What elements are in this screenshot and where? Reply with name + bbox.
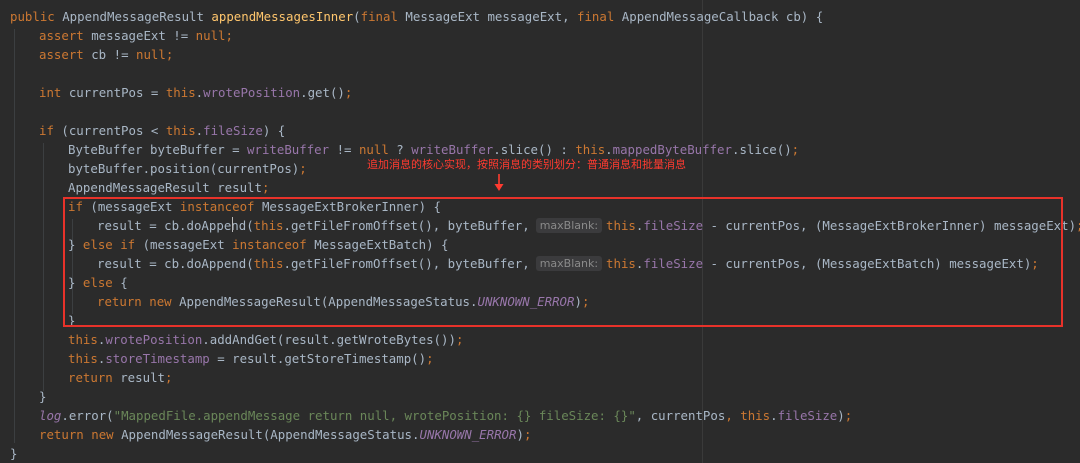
- annotation-label: 追加消息的核心实现，按照消息的类别划分：普通消息和批量消息: [367, 158, 686, 171]
- keyword-token: final: [577, 9, 615, 24]
- indent-guide: [14, 29, 15, 443]
- paren-token: (: [353, 9, 361, 24]
- text-token: AppendMessageResult result: [68, 180, 262, 195]
- semicolon-token: ;: [225, 28, 233, 43]
- semicolon-token: ;: [165, 47, 174, 62]
- text-token: .get(): [300, 85, 345, 100]
- code-line-18[interactable]: return result;: [68, 368, 172, 387]
- keyword-token: int: [39, 85, 62, 100]
- semicolon-token: ;: [791, 142, 800, 157]
- keyword-token: public: [10, 9, 55, 24]
- indent-guide: [43, 143, 44, 391]
- semicolon-token: ;: [844, 408, 853, 423]
- method-name-token: appendMessagesInner: [211, 9, 354, 24]
- keyword-token: return: [68, 370, 113, 385]
- text-token: .slice(): [731, 142, 792, 157]
- code-line-2[interactable]: assert messageExt != null;: [39, 26, 233, 45]
- keyword-token: assert: [39, 47, 84, 62]
- text-token: .error(: [61, 408, 114, 423]
- field-token: writeBuffer: [247, 142, 330, 157]
- param-token: AppendMessageCallback cb) {: [614, 9, 824, 24]
- keyword-token: assert: [39, 28, 84, 43]
- semicolon-token: ;: [299, 161, 307, 176]
- code-line-22[interactable]: }: [10, 444, 17, 463]
- text-token: currentPos =: [61, 85, 166, 100]
- field-token: wrotePosition: [105, 332, 203, 347]
- text-token: !=: [329, 142, 359, 157]
- keyword-token: this: [68, 351, 98, 366]
- code-line-19[interactable]: }: [39, 387, 46, 406]
- code-line-17[interactable]: this.storeTimestamp = result.getStoreTim…: [68, 349, 434, 368]
- keyword-token: null: [135, 47, 166, 62]
- text-token: ) {: [262, 123, 286, 138]
- keyword-token: this: [575, 142, 606, 157]
- semicolon-token: ;: [164, 370, 173, 385]
- code-line-3[interactable]: assert cb != null;: [39, 45, 173, 64]
- text-token: byteBuffer.position(currentPos): [68, 161, 300, 176]
- keyword-token: null: [358, 142, 389, 157]
- text-token: (currentPos <: [53, 123, 166, 138]
- code-editor[interactable]: public AppendMessageResult appendMessage…: [0, 0, 1080, 463]
- field-token: mappedByteBuffer: [612, 142, 732, 157]
- brace-token: }: [10, 446, 18, 461]
- text-token: messageExt !=: [83, 28, 196, 43]
- field-token: storeTimestamp: [105, 351, 210, 366]
- code-line-1[interactable]: public AppendMessageResult appendMessage…: [10, 7, 823, 26]
- text-token: ): [837, 408, 845, 423]
- keyword-token: this: [165, 85, 196, 100]
- field-token: wrotePosition: [203, 85, 301, 100]
- semicolon-token: ;: [261, 180, 270, 195]
- text-token: cb !=: [83, 47, 136, 62]
- text-token: , currentPos: [635, 408, 726, 423]
- string-token: "MappedFile.appendMessage return null, w…: [113, 408, 636, 423]
- code-line-5[interactable]: if (currentPos < this.fileSize) {: [39, 121, 285, 140]
- code-line-16[interactable]: this.wrotePosition.addAndGet(result.getW…: [68, 330, 463, 349]
- semicolon-token: ;: [344, 85, 353, 100]
- semicolon-token: ;: [523, 427, 532, 442]
- semicolon-token: ;: [455, 332, 464, 347]
- text-token: ByteBuffer byteBuffer =: [68, 142, 248, 157]
- keyword-token: new: [91, 427, 114, 442]
- keyword-token: null: [195, 28, 226, 43]
- keyword-token: this: [68, 332, 98, 347]
- semicolon-token: ;: [426, 351, 434, 366]
- text-token: result: [112, 370, 165, 385]
- keyword-token: final: [360, 9, 398, 24]
- keyword-token: this: [165, 123, 196, 138]
- dot-token: .: [770, 408, 778, 423]
- field-token: writeBuffer: [411, 142, 494, 157]
- comma-token: ,: [725, 408, 741, 423]
- semicolon-token: ;: [1076, 218, 1080, 233]
- field-token: fileSize: [203, 123, 263, 138]
- field-token: fileSize: [777, 408, 838, 423]
- text-token: ): [516, 427, 524, 442]
- arrow-down-icon: [494, 174, 504, 191]
- code-line-8[interactable]: AppendMessageResult result;: [68, 178, 269, 197]
- type-token: AppendMessageResult: [54, 9, 212, 24]
- code-line-4[interactable]: int currentPos = this.wrotePosition.get(…: [39, 83, 352, 102]
- text-token: ?: [388, 142, 412, 157]
- param-token: MessageExt messageExt,: [397, 9, 577, 24]
- keyword-token: return: [39, 427, 84, 442]
- code-line-21[interactable]: return new AppendMessageResult(AppendMes…: [39, 425, 531, 444]
- code-line-7[interactable]: byteBuffer.position(currentPos);: [68, 159, 307, 178]
- code-line-20[interactable]: log.error("MappedFile.appendMessage retu…: [39, 406, 852, 425]
- keyword-token: if: [39, 123, 54, 138]
- constant-token: UNKNOWN_ERROR: [419, 427, 517, 442]
- keyword-token: this: [740, 408, 771, 423]
- dot-token: .: [605, 142, 613, 157]
- text-token: = result.getStoreTimestamp(): [209, 351, 427, 366]
- text-token: .addAndGet(result.getWroteBytes()): [202, 332, 456, 347]
- text-token: .slice() :: [493, 142, 576, 157]
- code-line-6[interactable]: ByteBuffer byteBuffer = writeBuffer != n…: [68, 140, 799, 159]
- highlight-box: [63, 197, 1063, 327]
- text-token: AppendMessageResult(AppendMessageStatus.: [113, 427, 420, 442]
- brace-token: }: [39, 389, 47, 404]
- field-token: log: [39, 408, 62, 423]
